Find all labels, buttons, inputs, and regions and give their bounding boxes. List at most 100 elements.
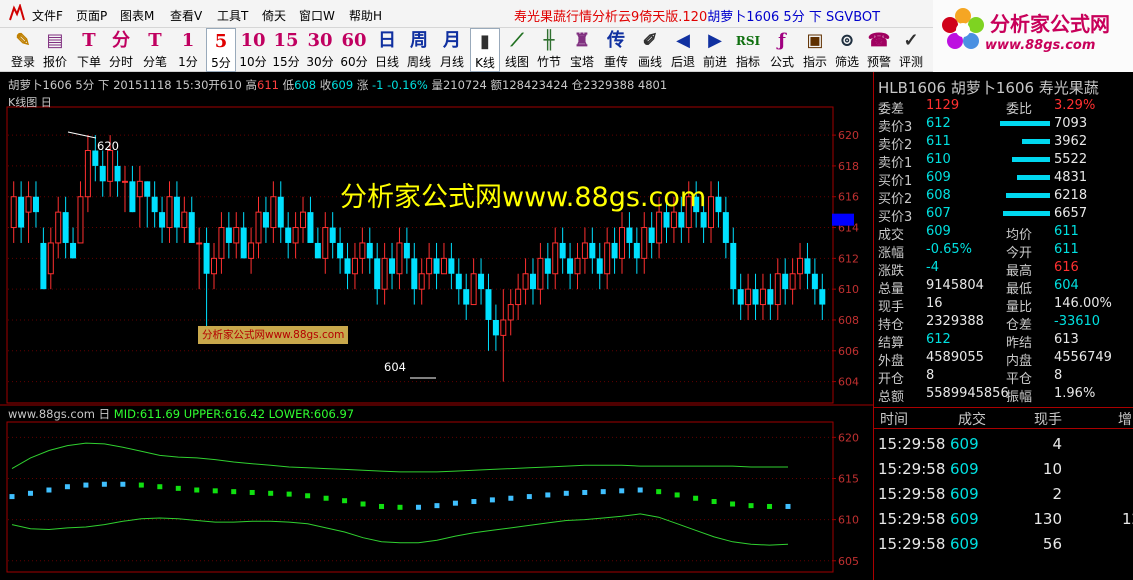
trade-col-volume: 现手 <box>1034 412 1062 428</box>
toolbar-report-button[interactable]: ▤ 报价 <box>40 28 70 72</box>
menu-view[interactable]: 查看V <box>170 7 202 24</box>
candle-body <box>767 289 774 305</box>
quote-value: -33610 <box>1054 314 1101 329</box>
toolbar-thirty-button[interactable]: 30 30分 <box>304 28 336 72</box>
toolbar-binoculars-button[interactable]: ⊚ 筛选 <box>832 28 862 72</box>
trade-row: 15:29:58 609 4 <box>874 433 1133 457</box>
toolbar-back-button[interactable]: ◀ 后退 <box>668 28 698 72</box>
kline-title[interactable]: K线图 日 <box>8 94 52 110</box>
mid-band-point <box>767 503 773 509</box>
candle-body <box>485 289 492 320</box>
menu-page[interactable]: 页面P <box>76 7 107 24</box>
candle-icon: ▮ <box>480 31 490 52</box>
app-window: 文件F 页面P 图表M 查看V 工具T 倚天 窗口W 帮助H 寿光果蔬行情分析云… <box>0 0 1133 580</box>
menu-window[interactable]: 窗口W <box>299 7 335 24</box>
toolbar-label: 宝塔 <box>569 55 594 69</box>
candle-body <box>55 211 62 244</box>
toolbar-line-chart-button[interactable]: ⟋ 线图 <box>502 28 532 72</box>
quote-row: 卖价1 610 5522 <box>874 152 1133 171</box>
quote-value: 604 <box>1054 278 1079 293</box>
toolbar-alarm-button[interactable]: ☎ 预警 <box>864 28 894 72</box>
candle-body <box>25 196 32 213</box>
price-axis-label: 616 <box>838 191 859 204</box>
quote-row: 持仓 2329388 仓差 -33610 <box>874 314 1133 333</box>
candle-body <box>344 258 351 274</box>
min-text-icon: 分 <box>112 30 130 51</box>
toolbar-indicator-button[interactable]: ▣ 指示 <box>800 28 830 72</box>
quote-label: 持仓 <box>878 318 905 333</box>
chart-datetime: 20151118 15:30 <box>113 78 209 92</box>
quote-value: 146.00% <box>1054 296 1112 311</box>
quote-label: 平仓 <box>1006 372 1033 387</box>
chart-low: 608 <box>294 78 317 92</box>
candle-body <box>159 212 166 228</box>
quote-label: 开仓 <box>878 372 905 387</box>
chart-high: 611 <box>257 78 279 92</box>
toolbar-forward-button[interactable]: ▶ 前进 <box>700 28 730 72</box>
candle-body <box>537 257 544 290</box>
menu-chart[interactable]: 图表M <box>120 7 154 24</box>
toolbar-eval-button[interactable]: ✓ 评测 <box>896 28 926 72</box>
mid-band-point <box>730 501 736 507</box>
quote-value: 611 <box>1054 224 1079 239</box>
toolbar-min-text-button[interactable]: 分分时 <box>106 28 136 72</box>
tick-icon: T <box>82 30 96 51</box>
toolbar-day-button[interactable]: 日日线 <box>372 28 402 72</box>
toolbar-ten-button[interactable]: 10 10分 <box>238 28 268 72</box>
quote-row: 委差 1129 委比 3.29% <box>874 98 1133 117</box>
candle-body <box>619 227 625 259</box>
watermark-text: 分析家公式网www.88gs.com <box>340 182 707 213</box>
toolbar-t-text-button[interactable]: T 分笔 <box>140 28 170 72</box>
toolbar-fifteen-button[interactable]: 15 15分 <box>270 28 302 72</box>
candle-body <box>203 242 210 274</box>
quote-label: 最高 <box>1006 264 1033 279</box>
trade-col-time: 时间 <box>880 412 908 428</box>
toolbar-sixty-button[interactable]: 60 60分 <box>338 28 370 72</box>
toolbar-bamboo-button[interactable]: ╫ 竹节 <box>534 28 564 72</box>
price-axis-label: 610 <box>838 283 859 296</box>
toolbar-label: 10分 <box>239 55 267 69</box>
menu-file[interactable]: 文件F <box>32 7 63 24</box>
candle-body <box>789 273 796 290</box>
mid-band-point <box>415 504 421 510</box>
toolbar-reload-button[interactable]: 传重传 <box>600 28 632 72</box>
candle-body <box>626 227 633 243</box>
chart-canvas[interactable]: 620618616614612610608606604620615610605 <box>0 72 873 580</box>
toolbar-rsi-button[interactable]: RSI 指标 <box>732 28 764 72</box>
rsi-icon: RSI <box>735 34 761 48</box>
toolbar-tower-button[interactable]: ♜ 宝塔 <box>566 28 598 72</box>
toolbar-label: 线图 <box>504 55 529 69</box>
candle-body <box>188 212 195 243</box>
toolbar-tick-button[interactable]: T 下单 <box>74 28 104 72</box>
chart-chg-label: 涨 <box>356 78 369 92</box>
quote-label: 买价1 <box>878 174 913 189</box>
candle-body <box>144 181 151 197</box>
trade-row: 15:29:58 609 56 <box>874 533 1133 557</box>
toolbar-pencil-button[interactable]: ✎ 登录 <box>8 28 38 72</box>
menu-help[interactable]: 帮助H <box>349 7 382 24</box>
toolbar-five-button[interactable]: 5 5分 <box>206 28 236 72</box>
quote-label: 外盘 <box>878 354 905 369</box>
toolbar-formula-button[interactable]: ƒ 公式 <box>766 28 798 72</box>
toolbar-one-button[interactable]: 1 1分 <box>174 28 202 72</box>
ten-icon: 10 <box>240 30 266 51</box>
mid-band-point <box>471 499 477 505</box>
indicator-site[interactable]: www.88gs.com 日 <box>8 407 110 421</box>
quote-value: -0.65% <box>926 242 972 257</box>
depth-bar <box>1012 157 1050 162</box>
trade-col-price: 成交 <box>958 412 986 428</box>
brand-logo: 分析家公式网 www.88gs.com <box>933 0 1133 72</box>
toolbar-week-button[interactable]: 周周线 <box>404 28 434 72</box>
toolbar-label: 筛选 <box>834 55 859 69</box>
menu-yitian[interactable]: 倚天 <box>262 7 286 24</box>
mid-band-point <box>563 490 569 496</box>
candle-body <box>656 211 663 244</box>
menu-tools[interactable]: 工具T <box>217 7 248 24</box>
trade-col-change: 增 <box>1118 412 1132 428</box>
toolbar-candle-button[interactable]: ▮ K线 <box>470 28 500 72</box>
tower-icon: ♜ <box>573 30 591 51</box>
trade-volume: 2 <box>1052 485 1062 503</box>
quote-value: 1.96% <box>1054 386 1096 401</box>
toolbar-month-button[interactable]: 月月线 <box>436 28 468 72</box>
toolbar-draw-button[interactable]: ✐ 画线 <box>634 28 666 72</box>
